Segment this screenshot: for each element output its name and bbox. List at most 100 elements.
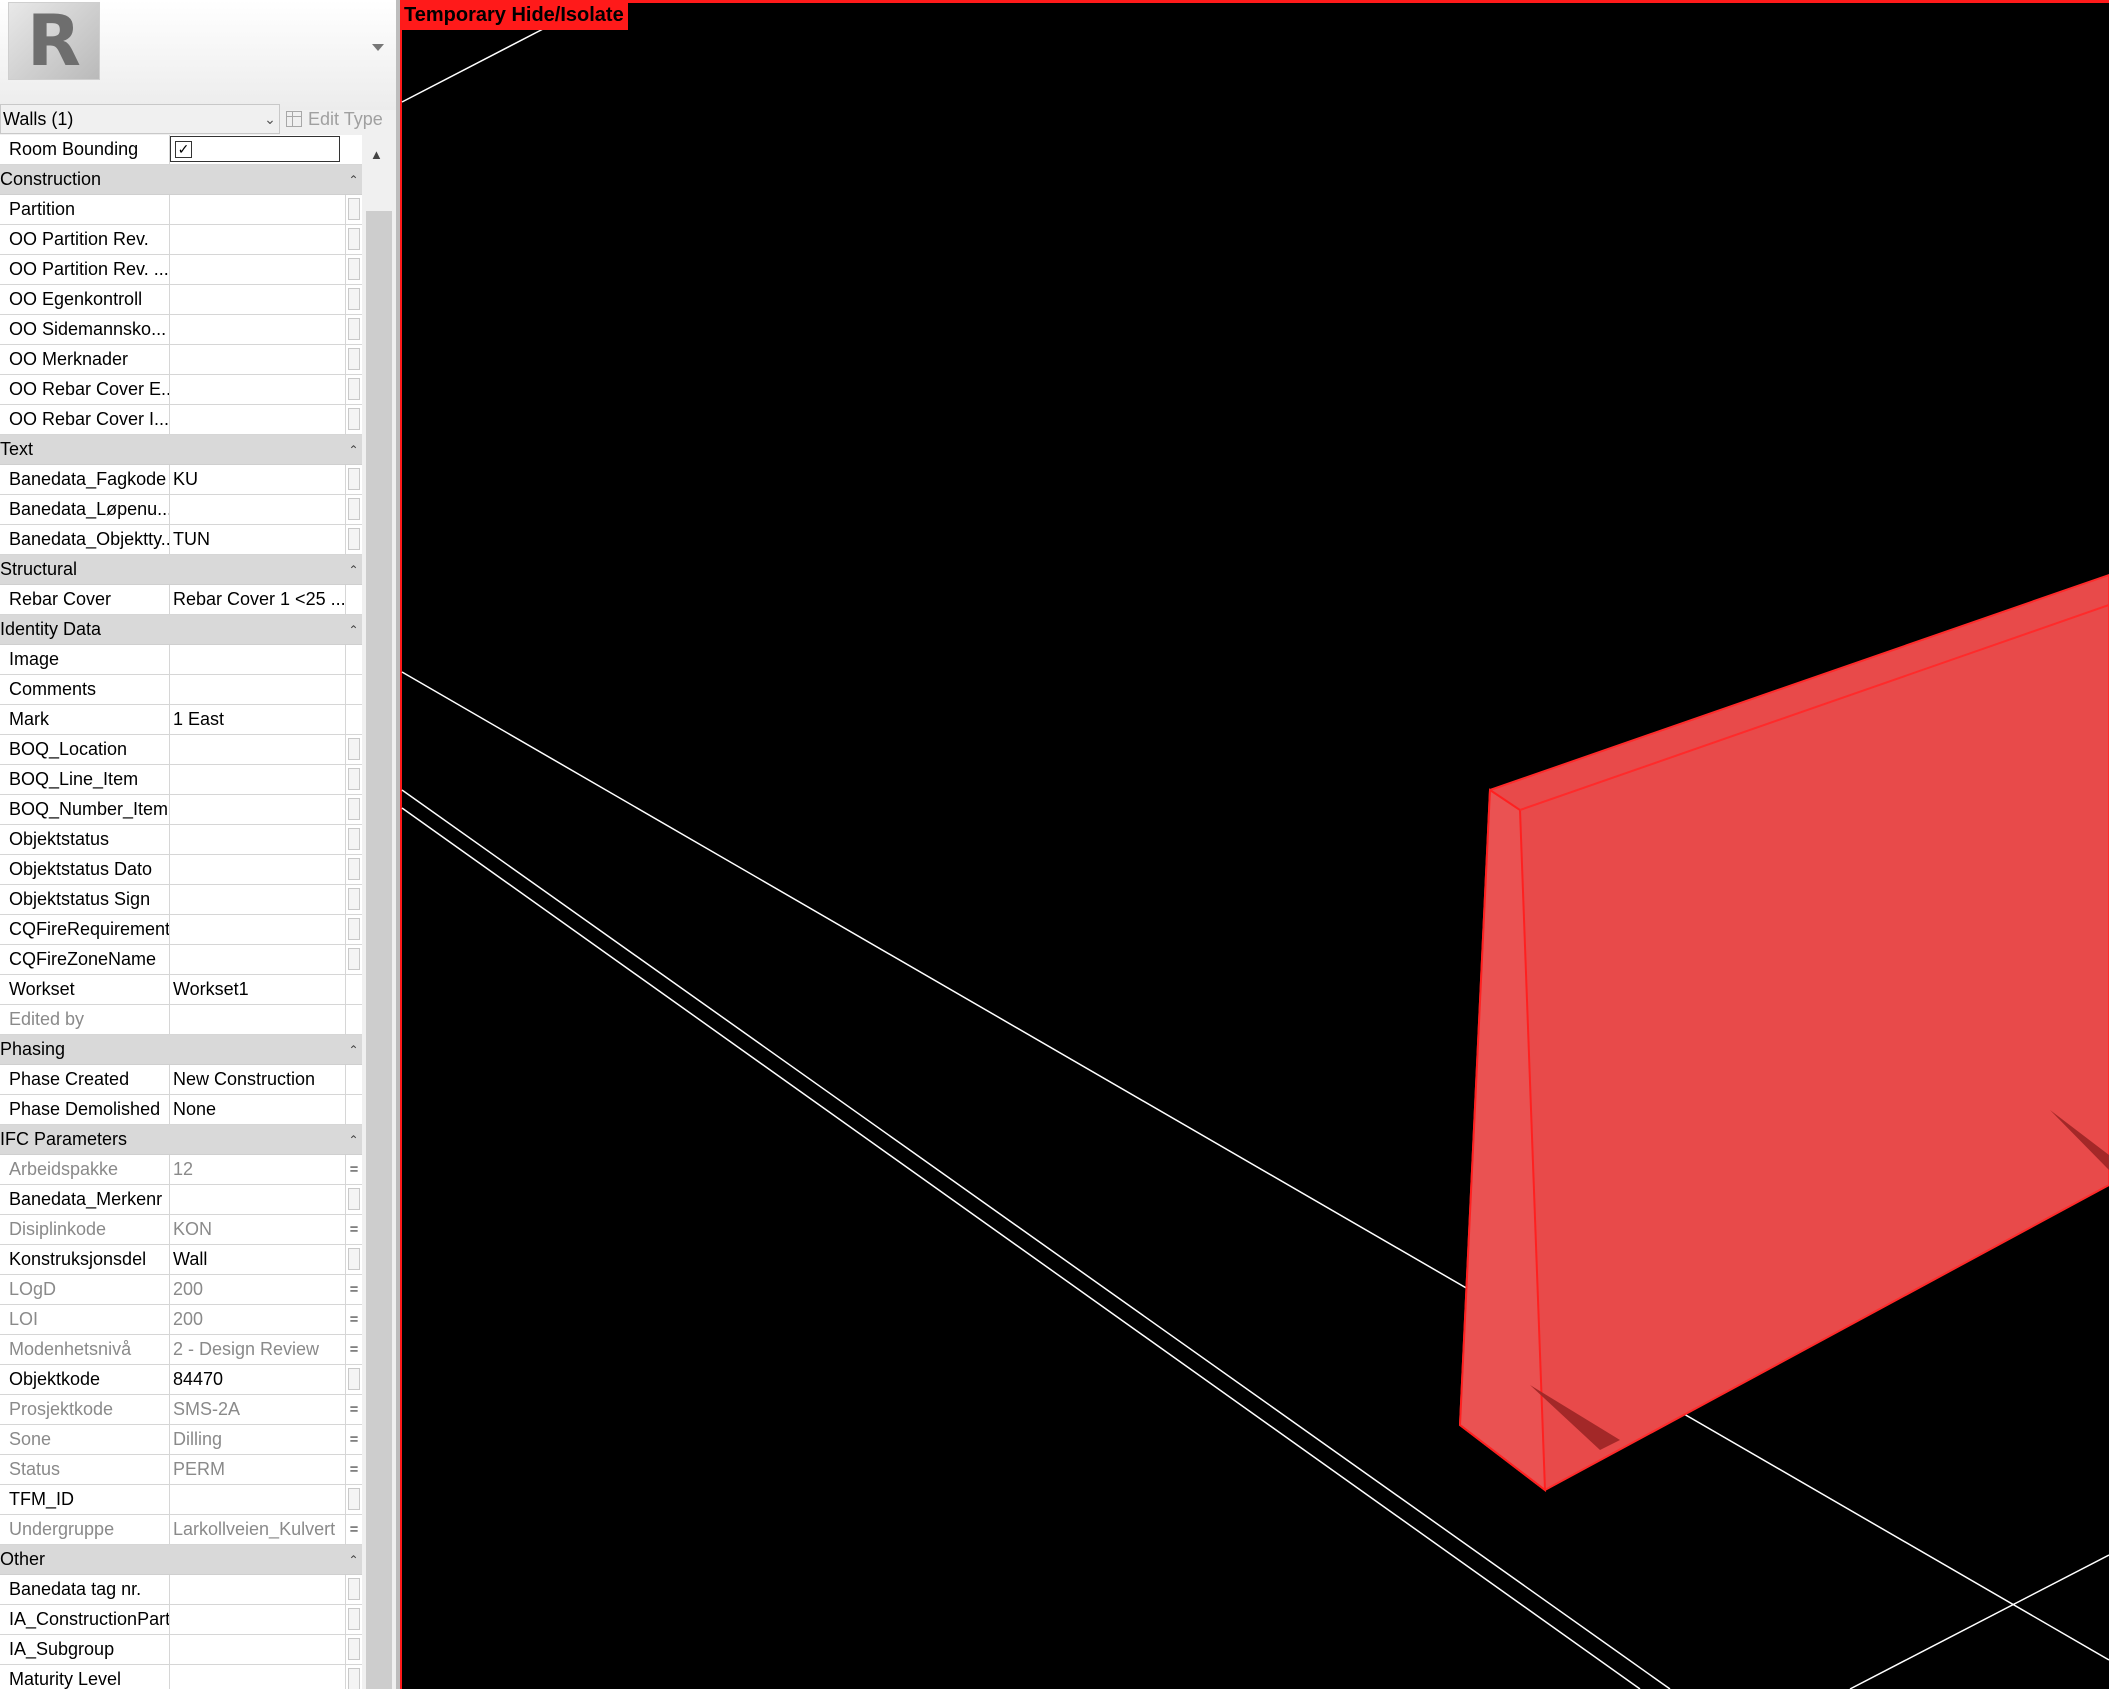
property-value[interactable]: KU <box>170 465 345 494</box>
property-value[interactable] <box>170 825 345 854</box>
group-header-ifc-parameters[interactable]: IFC Parameters ⌃ <box>0 1125 362 1155</box>
formula-icon[interactable]: = <box>345 1275 362 1304</box>
property-value[interactable] <box>170 735 345 764</box>
value-button[interactable] <box>345 915 362 944</box>
value-button[interactable] <box>345 735 362 764</box>
property-value: 200 <box>173 1309 204 1329</box>
model-scene[interactable] <box>400 0 2109 1689</box>
formula-icon[interactable]: = <box>345 1305 362 1334</box>
property-value[interactable]: 84470 <box>170 1365 345 1394</box>
property-value[interactable] <box>170 1575 345 1604</box>
value-button[interactable] <box>345 405 362 434</box>
collapse-icon[interactable]: ⌃ <box>345 1553 362 1567</box>
property-value[interactable]: None <box>170 1095 345 1124</box>
group-header-phasing[interactable]: Phasing ⌃ <box>0 1035 362 1065</box>
value-button[interactable] <box>345 1575 362 1604</box>
group-title: Structural <box>0 559 78 579</box>
property-value[interactable] <box>170 225 345 254</box>
value-button[interactable] <box>345 375 362 404</box>
property-value[interactable] <box>170 915 345 944</box>
property-value[interactable] <box>170 765 345 794</box>
property-value[interactable] <box>170 885 345 914</box>
property-value: KON <box>173 1219 213 1239</box>
formula-icon[interactable]: = <box>345 1215 362 1244</box>
value-button[interactable] <box>345 495 362 524</box>
property-value[interactable] <box>170 855 345 884</box>
value-button[interactable] <box>345 1185 362 1214</box>
scroll-up-icon[interactable]: ▲ <box>370 147 383 162</box>
formula-icon[interactable]: = <box>345 1515 362 1544</box>
type-selector-dropdown[interactable]: Walls (1) ⌄ <box>0 104 280 134</box>
value-button[interactable] <box>345 1605 362 1634</box>
room-bounding-checkbox[interactable]: ✓ <box>175 141 192 158</box>
property-value[interactable] <box>170 645 345 674</box>
property-value[interactable] <box>170 375 345 404</box>
value-button[interactable] <box>345 285 362 314</box>
scroll-thumb[interactable] <box>366 211 392 1689</box>
formula-icon[interactable]: = <box>345 1335 362 1364</box>
property-value[interactable]: Wall <box>170 1245 345 1274</box>
group-header-other[interactable]: Other ⌃ <box>0 1545 362 1575</box>
value-button[interactable] <box>345 1365 362 1394</box>
group-header-identity-data[interactable]: Identity Data ⌃ <box>0 615 362 645</box>
property-value[interactable] <box>170 1665 345 1689</box>
value-button[interactable] <box>345 525 362 554</box>
preview-dropdown-icon[interactable] <box>372 44 384 51</box>
property-value[interactable] <box>170 945 345 974</box>
formula-icon[interactable]: = <box>345 1155 362 1184</box>
value-button[interactable] <box>345 345 362 374</box>
property-value[interactable] <box>170 1605 345 1634</box>
formula-icon[interactable]: = <box>345 1425 362 1454</box>
property-row: Rebar Cover Rebar Cover 1 <25 ... <box>0 585 362 615</box>
value-button[interactable] <box>345 795 362 824</box>
highlighted-wall[interactable] <box>1458 573 2109 1492</box>
property-value[interactable]: Rebar Cover 1 <25 ... <box>170 585 345 614</box>
property-value[interactable] <box>170 495 345 524</box>
group-header-structural[interactable]: Structural ⌃ <box>0 555 362 585</box>
property-value[interactable]: New Construction <box>170 1065 345 1094</box>
value-button[interactable] <box>345 885 362 914</box>
value-button[interactable] <box>345 1245 362 1274</box>
group-header-construction[interactable]: Construction ⌃ <box>0 165 362 195</box>
property-value[interactable] <box>170 1635 345 1664</box>
property-value[interactable] <box>170 195 345 224</box>
property-value[interactable]: 1 East <box>170 705 345 734</box>
value-button[interactable] <box>345 765 362 794</box>
property-value[interactable] <box>170 255 345 284</box>
collapse-icon[interactable]: ⌃ <box>345 173 362 187</box>
property-value[interactable] <box>170 675 345 704</box>
property-row: BOQ_Line_Item <box>0 765 362 795</box>
property-value[interactable] <box>170 795 345 824</box>
formula-icon[interactable]: = <box>345 1455 362 1484</box>
property-value[interactable] <box>170 285 345 314</box>
value-button[interactable] <box>345 315 362 344</box>
value-button[interactable] <box>345 825 362 854</box>
property-value[interactable]: Workset1 <box>170 975 345 1004</box>
value-button[interactable] <box>345 1665 362 1689</box>
collapse-icon[interactable]: ⌃ <box>345 1043 362 1057</box>
value-button[interactable] <box>345 225 362 254</box>
room-bounding-field[interactable]: ✓ <box>170 136 340 162</box>
group-header-text[interactable]: Text ⌃ <box>0 435 362 465</box>
property-value[interactable]: TUN <box>170 525 345 554</box>
property-value[interactable] <box>170 315 345 344</box>
collapse-icon[interactable]: ⌃ <box>345 443 362 457</box>
value-button[interactable] <box>345 195 362 224</box>
collapse-icon[interactable]: ⌃ <box>345 1133 362 1147</box>
value-button[interactable] <box>345 1485 362 1514</box>
formula-icon[interactable]: = <box>345 1395 362 1424</box>
collapse-icon[interactable]: ⌃ <box>345 623 362 637</box>
value-button[interactable] <box>345 945 362 974</box>
value-button[interactable] <box>345 855 362 884</box>
collapse-icon[interactable]: ⌃ <box>345 563 362 577</box>
edit-type-button[interactable]: Edit Type <box>286 104 392 134</box>
value-button[interactable] <box>345 1635 362 1664</box>
property-value[interactable] <box>170 405 345 434</box>
property-value[interactable] <box>170 1185 345 1214</box>
temporary-hide-isolate-badge: Temporary Hide/Isolate <box>400 0 628 30</box>
value-button[interactable] <box>345 465 362 494</box>
property-value[interactable] <box>170 1485 345 1514</box>
properties-scrollbar[interactable]: ▲ <box>362 135 396 1689</box>
value-button[interactable] <box>345 255 362 284</box>
property-value[interactable] <box>170 345 345 374</box>
